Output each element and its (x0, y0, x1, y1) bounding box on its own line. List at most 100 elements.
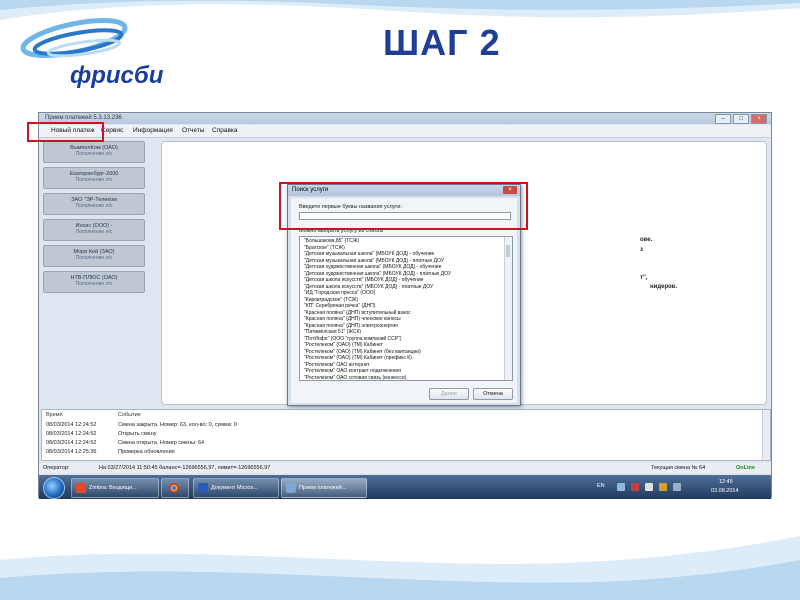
menu-help[interactable]: Справка (212, 125, 238, 137)
bottom-wave-decoration (0, 536, 800, 600)
payment-app-icon (286, 482, 296, 493)
service-sub: Пополнение л/с (75, 229, 113, 235)
list-item[interactable]: "ИД "Городская пресса" (ООО) (304, 290, 375, 296)
background-text: ове. (640, 237, 653, 243)
operator-label: Оператор: (43, 465, 70, 471)
list-item[interactable]: "Детская школа искусств" (МБОУК ДОД) - о… (304, 277, 424, 283)
menu-info[interactable]: Информация (133, 125, 173, 137)
list-item[interactable]: "Ростелеком" ОАО интернет (304, 362, 370, 368)
network-icon[interactable] (659, 483, 667, 491)
service-name: ЗАО "ЭР-Телеком (71, 197, 117, 203)
list-item[interactable]: "Ростелеком" ОАО контракт подключения (304, 368, 401, 374)
log-time: 08/03/2014 12:24:52 (46, 431, 97, 437)
service-button[interactable]: Мори Кей (ЗАО) Пополнение л/с (43, 245, 145, 267)
tray-icon[interactable] (617, 483, 625, 491)
cancel-button[interactable]: Отмена (473, 388, 513, 400)
list-item[interactable]: "Ростелеком" (ОАО) (ТМ) Кабинет (304, 342, 383, 348)
clock-date[interactable]: 03.08.2014 (711, 488, 739, 494)
service-sub: Пополнение л/с (75, 281, 113, 287)
minimize-button[interactable]: – (715, 114, 731, 124)
status-bar: Оператор: На 03/27/2014 11:50:45 баланс=… (39, 463, 771, 473)
taskbar-item-chrome[interactable] (161, 478, 189, 498)
close-button[interactable]: × (751, 114, 767, 124)
service-sub: Пополнение л/с (75, 151, 113, 157)
clock-time[interactable]: 12:45 (719, 479, 733, 485)
scrollbar-thumb[interactable] (506, 245, 510, 257)
background-text: з (640, 247, 643, 253)
log-time: 08/03/2014 12:24:52 (46, 422, 97, 428)
service-name: Екатеринбург-2000 (69, 171, 119, 177)
taskbar-item-payment-app[interactable]: Прием платежей... (281, 478, 367, 498)
service-button[interactable]: ЗАО "ЭР-Телеком Пополнение л/с (43, 193, 145, 215)
list-item[interactable]: "Ростелеком" (ОАО) (ТМ) Кабинет (без кви… (304, 349, 421, 355)
log-scrollbar[interactable] (762, 410, 770, 460)
list-item[interactable]: "Ростелеком" (ОАО) (ТМ) Кабинет (префикс… (304, 355, 412, 361)
event-log: Время Событие 08/03/2014 12:24:52 Смена … (41, 409, 771, 461)
list-item[interactable]: "Красная поляна" (ДНП) электроэнергия (304, 323, 398, 329)
window-titlebar: Прием платежей 5.3.13.236 – □ × (39, 113, 771, 124)
list-item[interactable]: "КП" Серебряная речка" (ДНП) (304, 303, 375, 309)
volume-icon[interactable] (673, 483, 681, 491)
frisbee-logo: фрисби (14, 8, 174, 98)
service-list[interactable]: "Большакова,85" (ТСЖ) "Братское" (ТСЖ) "… (299, 236, 513, 381)
service-button[interactable]: Инсис (ООО) - Пополнение л/с (43, 219, 145, 241)
frisbee-logo-swoosh-icon (20, 18, 128, 58)
search-field-highlight-frame (279, 182, 528, 230)
list-item[interactable]: "Детская художественная школа" (МБОУК ДО… (304, 271, 451, 277)
online-status: OnLine (736, 465, 755, 471)
list-item[interactable]: "Большакова,85" (ТСЖ) (304, 238, 359, 244)
start-button[interactable] (43, 477, 65, 499)
service-name: ВымпелКом (ОАО) (70, 145, 118, 151)
list-item[interactable]: "Детская музыкальная школа" (МБОУК ДОД) … (304, 258, 444, 264)
taskbar-item-zimbra[interactable]: Zimbra: Входящи... (71, 478, 159, 498)
balance-text: На 03/27/2014 11:50:45 баланс=-12696556,… (99, 465, 271, 471)
log-event: Смена открыта. Номер смены: 64 (118, 440, 205, 446)
list-item[interactable]: "Ростелеком" ОАО сотовая связь (конкесси… (304, 375, 406, 381)
list-item[interactable]: "ПотИнфо" (ООО "группа компаний ССР") (304, 336, 402, 342)
menu-reports[interactable]: Отчеты (182, 125, 204, 137)
service-button[interactable]: НТВ-ПЛЮС (ОАО) Пополнение л/с (43, 271, 145, 293)
service-name: Инсис (ООО) - (75, 223, 113, 229)
service-name: Мори Кей (ЗАО) (73, 249, 115, 255)
log-time: 08/03/2014 12:25:36 (46, 449, 97, 455)
system-tray: EN 12:45 03.08.2014 (595, 477, 765, 497)
log-header-time: Время (46, 412, 63, 418)
menu-bar: Новый платеж Сервис Информация Отчеты Сп… (39, 125, 771, 138)
service-button[interactable]: ВымпелКом (ОАО) Пополнение л/с (43, 141, 145, 163)
chrome-icon (169, 482, 179, 493)
taskbar-item-word[interactable]: Документ Micros... (193, 478, 279, 498)
list-item[interactable]: "Братское" (ТСЖ) (304, 245, 345, 251)
log-event: Проверка обновления (118, 449, 175, 455)
slide-title: ШАГ 2 (383, 22, 501, 63)
list-item[interactable]: "Красная поляна" (ДНП) вступительный взн… (304, 310, 411, 316)
menu-service[interactable]: Сервис (101, 125, 123, 137)
next-button[interactable]: Далее (429, 388, 469, 400)
log-time: 08/03/2014 12:24:52 (46, 440, 97, 446)
language-indicator[interactable]: EN (597, 483, 605, 489)
list-item[interactable]: "Детская художественная школа" (МБОУК ДО… (304, 264, 441, 270)
list-item[interactable]: "Детская музыкальная школа" (МБОУК ДОД) … (304, 251, 434, 257)
services-sidebar: ВымпелКом (ОАО) Пополнение л/с Екатеринбу… (43, 141, 147, 297)
background-text: т", (640, 275, 648, 281)
maximize-button[interactable]: □ (733, 114, 749, 124)
list-item[interactable]: "Кировградское" (ТСЖ) (304, 297, 358, 303)
windows-taskbar: Zimbra: Входящи... Документ Micros... Пр… (39, 475, 771, 499)
tray-icon[interactable] (631, 483, 639, 491)
zimbra-icon (76, 482, 86, 493)
tray-icon[interactable] (645, 483, 653, 491)
list-item[interactable]: "Детская школа искусств" (МБОУК ДОД) - п… (304, 284, 433, 290)
list-item[interactable]: "Патимёлская 51" (ЖСК) (304, 329, 361, 335)
logo-text: фрисби (70, 62, 164, 89)
list-scrollbar[interactable] (504, 237, 512, 380)
log-header-event: Событие (118, 412, 141, 418)
taskbar-label: Прием платежей... (299, 485, 347, 491)
log-event: Смена закрыта. Номер: 63, кол-во: 0, сум… (118, 422, 237, 428)
service-button[interactable]: Екатеринбург-2000 Пополнение л/с (43, 167, 145, 189)
background-text: нидеров. (650, 284, 678, 290)
service-sub: Пополнение л/с (75, 255, 113, 261)
service-name: НТВ-ПЛЮС (ОАО) (70, 275, 118, 281)
word-icon (198, 482, 208, 493)
list-item[interactable]: "Красная поляна" (ДНП) членские взносы (304, 316, 401, 322)
current-shift: Текущая смена № 64 (651, 465, 706, 471)
service-sub: Пополнение л/с (75, 177, 113, 183)
